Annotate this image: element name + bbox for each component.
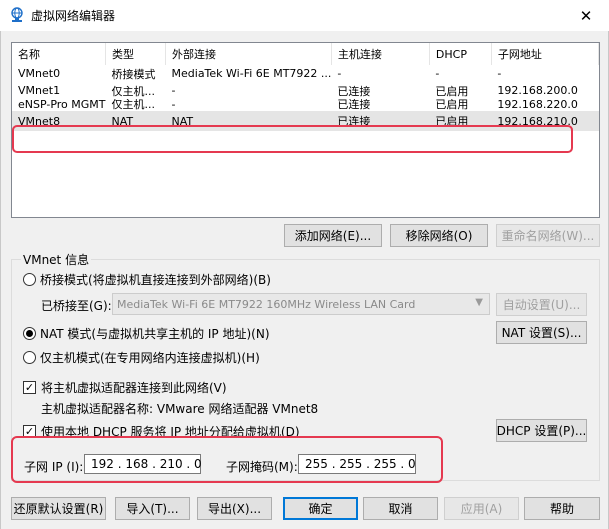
bridged-mode-label: 桥接模式(将虚拟机直接连接到外部网络)(B) [40,273,271,287]
table-row[interactable]: VMnet0 桥接模式 MediaTek Wi-Fi 6E MT7922 ...… [12,65,599,82]
column-header-subnet[interactable]: 子网地址 [491,43,600,65]
cell-type: 仅主机... [111,84,156,98]
cell-subnet: - [497,67,502,80]
table-header-row: 名称 类型 外部连接 主机连接 DHCP 子网地址 [12,43,600,65]
connect-host-adapter-label: 将主机虚拟适配器连接到此网络(V) [41,381,227,395]
cell-subnet: 192.168.210.0 [491,111,599,131]
cell-type: NAT [105,111,166,131]
chevron-down-icon: ▼ [475,297,483,308]
apply-button[interactable]: 应用(A) [444,497,519,520]
cell-name: VMnet0 [18,67,61,80]
cell-host: 已连接 [337,99,371,111]
table-row[interactable]: VMnet1 仅主机... - 已连接 已启用 192.168.200.0 [12,82,599,99]
subnet-ip-label: 子网 IP (I): [24,460,84,474]
cell-name: VMnet8 [12,111,106,131]
host-only-mode-radio[interactable]: 仅主机模式(在专用网络内连接虚拟机)(H) [23,349,260,366]
nat-mode-radio[interactable]: NAT 模式(与虚拟机共享主机的 IP 地址)(N) [23,325,270,342]
help-button[interactable]: 帮助 [524,497,600,520]
use-local-dhcp-label: 使用本地 DHCP 服务将 IP 地址分配给虚拟机(D) [41,425,300,439]
radio-host-only-indicator[interactable] [23,351,36,364]
add-network-button[interactable]: 添加网络(E)... [284,224,382,247]
cancel-button[interactable]: 取消 [363,497,438,520]
cell-type: 桥接模式 [111,67,156,81]
cell-external: NAT [165,111,332,131]
bridged-to-value: MediaTek Wi-Fi 6E MT7922 160MHz Wireless… [117,297,416,311]
connect-host-adapter-checkbox[interactable]: ✓ 将主机虚拟适配器连接到此网络(V) [23,379,227,396]
host-adapter-name: 主机虚拟适配器名称: VMware 网络适配器 VMnet8 [41,402,319,416]
subnet-ip-input[interactable]: 192 . 168 . 210 . 0 [84,454,202,474]
close-icon[interactable]: ✕ [563,0,609,31]
cell-name: eNSP-Pro MGMT [18,99,106,111]
nat-settings-button[interactable]: NAT 设置(S)... [496,321,587,344]
radio-bridged-indicator[interactable] [23,273,36,286]
window-title: 虚拟网络编辑器 [31,9,116,23]
bridged-to-label: 已桥接至(G): [41,299,112,313]
bridged-mode-radio[interactable]: 桥接模式(将虚拟机直接连接到外部网络)(B) [23,271,271,288]
cell-type: 仅主机... [111,99,156,111]
cell-dhcp: 已启用 [429,111,492,131]
subnet-mask-label: 子网掩码(M): [226,460,298,474]
network-table: 名称 类型 外部连接 主机连接 DHCP 子网地址 VMnet0 桥接模式 Me… [12,43,600,131]
table-row-selected[interactable]: VMnet8 NAT NAT 已连接 已启用 192.168.210.0 [12,111,599,131]
network-globe-icon [11,7,23,22]
vmnet-info-title: VMnet 信息 [21,251,92,268]
title-bar: 虚拟网络编辑器 ✕ [0,0,609,31]
column-header-name[interactable]: 名称 [12,43,107,65]
auto-settings-button[interactable]: 自动设置(U)... [496,293,587,316]
bridged-to-select: MediaTek Wi-Fi 6E MT7922 160MHz Wireless… [112,293,490,315]
cell-dhcp: 已启用 [435,84,469,98]
host-only-mode-label: 仅主机模式(在专用网络内连接虚拟机)(H) [40,351,260,365]
cell-host: 已连接 [337,84,371,98]
cell-host: 已连接 [331,111,430,131]
column-header-type[interactable]: 类型 [105,43,167,65]
cell-dhcp: 已启用 [435,99,469,111]
cell-external: - [171,84,176,97]
column-header-dhcp[interactable]: DHCP [429,43,492,65]
export-button[interactable]: 导出(X)... [197,497,272,520]
remove-network-button[interactable]: 移除网络(O) [390,224,488,247]
column-header-host[interactable]: 主机连接 [331,43,430,65]
column-header-external[interactable]: 外部连接 [165,43,332,65]
checkmark-icon[interactable]: ✓ [23,425,36,438]
network-list[interactable]: 名称 类型 外部连接 主机连接 DHCP 子网地址 VMnet0 桥接模式 Me… [11,42,600,218]
subnet-mask-input[interactable]: 255 . 255 . 255 . 0 [298,454,416,474]
cell-host: - [337,67,342,80]
radio-nat-indicator[interactable] [23,327,36,340]
dhcp-settings-button[interactable]: DHCP 设置(P)... [496,419,587,442]
import-button[interactable]: 导入(T)... [115,497,190,520]
use-local-dhcp-checkbox[interactable]: ✓ 使用本地 DHCP 服务将 IP 地址分配给虚拟机(D) [23,423,300,440]
checkmark-icon[interactable]: ✓ [23,381,36,394]
restore-defaults-button[interactable]: 还原默认设置(R) [11,497,106,520]
cell-external: MediaTek Wi-Fi 6E MT7922 ... [171,67,332,80]
nat-mode-label: NAT 模式(与虚拟机共享主机的 IP 地址)(N) [40,327,270,341]
cell-external: - [171,99,176,111]
cell-subnet: 192.168.200.0 [497,84,578,97]
cell-subnet: 192.168.220.0 [497,99,578,111]
cell-dhcp: - [435,67,440,80]
dialog-body: 名称 类型 外部连接 主机连接 DHCP 子网地址 VMnet0 桥接模式 Me… [0,31,609,529]
rename-network-button[interactable]: 重命名网络(W)... [496,224,600,247]
ok-button[interactable]: 确定 [283,497,358,520]
table-row[interactable]: eNSP-Pro MGMT 仅主机... - 已连接 已启用 192.168.2… [12,99,599,111]
cell-name: VMnet1 [18,84,61,97]
